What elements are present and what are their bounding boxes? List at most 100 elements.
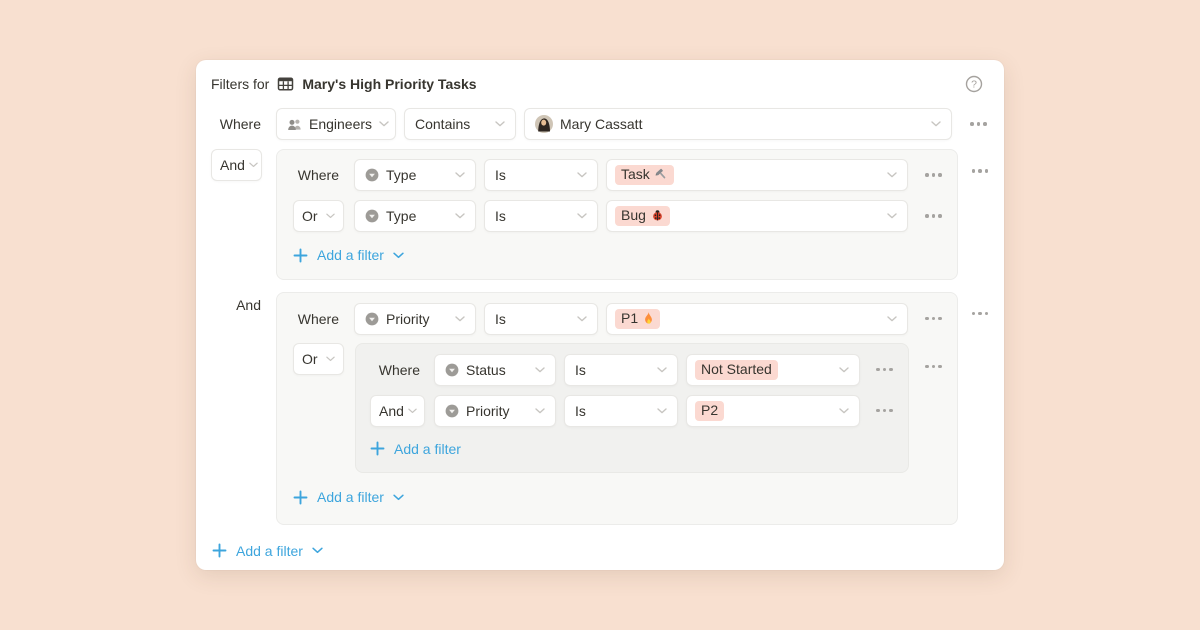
operator-label: Is: [575, 362, 586, 378]
chevron-down-icon: [393, 252, 404, 259]
filter-row-p2: And Priority Is: [370, 395, 908, 427]
property-dropdown-type[interactable]: Type: [354, 200, 476, 232]
hammer-icon: [655, 168, 668, 181]
subgroup-menu-dots[interactable]: [923, 360, 944, 374]
row-menu-dots[interactable]: [874, 404, 895, 418]
operator-label: Is: [495, 208, 506, 224]
connector-label-where: Where: [298, 311, 344, 327]
group-menu-dots[interactable]: [970, 307, 991, 321]
connector-label-where: Where: [379, 362, 425, 378]
connector-dropdown-and[interactable]: And: [370, 395, 425, 427]
connector-label: Or: [302, 208, 318, 224]
operator-dropdown-is[interactable]: Is: [484, 200, 598, 232]
row-menu-dots[interactable]: [968, 117, 989, 131]
operator-label: Is: [495, 167, 506, 183]
tag-p2: P2: [695, 401, 724, 421]
filter-row-engineers: Where Engineers Contains: [210, 108, 990, 140]
operator-dropdown-is[interactable]: Is: [484, 159, 598, 191]
property-dropdown-type[interactable]: Type: [354, 159, 476, 191]
chevron-down-icon: [312, 547, 323, 554]
person-avatar: [535, 115, 553, 133]
operator-label: Contains: [415, 116, 470, 132]
filter-subgroup-panel: Where Status Is: [355, 343, 909, 474]
row-menu-dots[interactable]: [874, 363, 895, 377]
tag-bug: Bug: [615, 206, 670, 226]
tag-label: P2: [701, 402, 718, 419]
connector-label: And: [220, 157, 245, 173]
filter-group-2: And Where Priority Is P1: [210, 292, 990, 525]
group-menu-dots[interactable]: [970, 164, 991, 178]
connector-dropdown-and[interactable]: And: [211, 149, 262, 181]
database-table-icon: [277, 76, 294, 92]
operator-dropdown-is[interactable]: Is: [484, 303, 598, 335]
help-icon[interactable]: ?: [965, 75, 983, 93]
row-menu-dots[interactable]: [923, 168, 944, 182]
connector-label-where: Where: [298, 167, 344, 183]
filter-row-p1: Where Priority Is P1: [293, 303, 957, 335]
tag-task: Task: [615, 165, 674, 185]
plus-icon: [212, 543, 227, 558]
value-dropdown-person[interactable]: Mary Cassatt: [524, 108, 952, 140]
connector-label-where: Where: [220, 116, 262, 132]
svg-text:?: ?: [971, 79, 977, 91]
chevron-down-icon: [393, 494, 404, 501]
ladybug-icon: [651, 209, 664, 222]
property-dropdown-priority[interactable]: Priority: [354, 303, 476, 335]
filter-group-panel: Where Type Is Task: [276, 149, 958, 280]
property-label: Status: [466, 362, 506, 378]
filter-row-not-started: Where Status Is: [370, 354, 908, 386]
add-filter-button[interactable]: Add a filter: [212, 541, 323, 561]
property-label: Type: [386, 208, 416, 224]
value-dropdown-bug[interactable]: Bug: [606, 200, 908, 232]
property-dropdown-engineers[interactable]: Engineers: [276, 108, 396, 140]
add-filter-label: Add a filter: [317, 489, 384, 505]
people-icon: [287, 118, 302, 131]
property-label: Type: [386, 167, 416, 183]
view-title: Mary's High Priority Tasks: [302, 76, 476, 92]
connector-dropdown-or[interactable]: Or: [293, 343, 344, 375]
property-dropdown-status[interactable]: Status: [434, 354, 556, 386]
operator-dropdown-contains[interactable]: Contains: [404, 108, 516, 140]
tag-label: P1: [621, 310, 638, 327]
fire-icon: [643, 312, 654, 325]
tag-label: Bug: [621, 207, 646, 224]
value-dropdown-p2[interactable]: P2: [686, 395, 860, 427]
add-filter-button[interactable]: Add a filter: [370, 439, 461, 459]
plus-icon: [370, 441, 385, 456]
plus-icon: [293, 490, 308, 505]
add-filter-label: Add a filter: [236, 543, 303, 559]
tag-p1: P1: [615, 309, 660, 329]
operator-label: Is: [495, 311, 506, 327]
select-icon: [365, 168, 379, 182]
select-icon: [445, 363, 459, 377]
property-label: Engineers: [309, 116, 372, 132]
connector-dropdown-or[interactable]: Or: [293, 200, 344, 232]
value-dropdown-not-started[interactable]: Not Started: [686, 354, 860, 386]
row-menu-dots[interactable]: [923, 209, 944, 223]
add-filter-label: Add a filter: [394, 441, 461, 457]
operator-dropdown-is[interactable]: Is: [564, 354, 678, 386]
add-filter-button[interactable]: Add a filter: [293, 487, 404, 507]
value-label: Mary Cassatt: [560, 116, 642, 132]
row-menu-dots[interactable]: [923, 312, 944, 326]
select-icon: [365, 209, 379, 223]
connector-label: Or: [302, 351, 318, 367]
select-icon: [365, 312, 379, 326]
filters-for-label: Filters for: [211, 76, 269, 92]
tag-not-started: Not Started: [695, 360, 778, 380]
filter-subgroup: Or Where Status: [293, 343, 957, 474]
operator-label: Is: [575, 403, 586, 419]
add-filter-label: Add a filter: [317, 247, 384, 263]
value-dropdown-p1[interactable]: P1: [606, 303, 908, 335]
plus-icon: [293, 248, 308, 263]
tag-label: Not Started: [701, 361, 772, 378]
property-label: Priority: [466, 403, 510, 419]
filter-row-bug: Or Type Is Bug: [293, 200, 957, 232]
property-dropdown-priority[interactable]: Priority: [434, 395, 556, 427]
property-label: Priority: [386, 311, 430, 327]
operator-dropdown-is[interactable]: Is: [564, 395, 678, 427]
add-filter-button[interactable]: Add a filter: [293, 245, 404, 265]
filter-panel-header: Filters for Mary's High Priority Tasks ?: [210, 72, 990, 96]
select-icon: [445, 404, 459, 418]
value-dropdown-task[interactable]: Task: [606, 159, 908, 191]
